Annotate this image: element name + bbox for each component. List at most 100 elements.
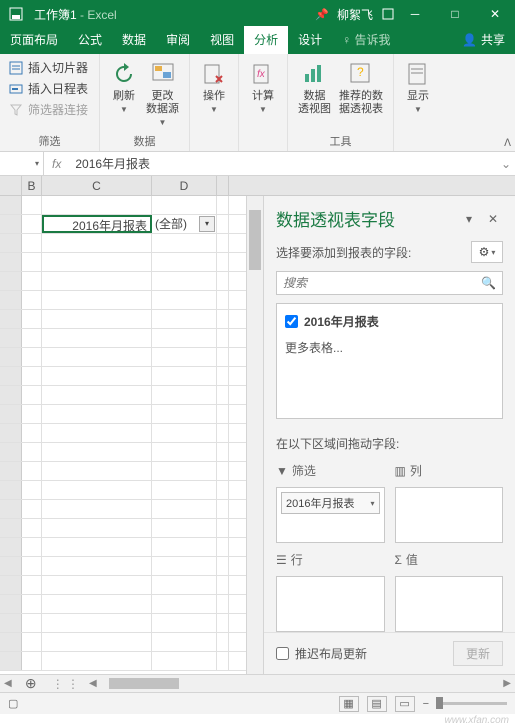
fx-icon[interactable]: fx <box>44 157 69 171</box>
tab-analyze[interactable]: 分析 <box>244 26 288 54</box>
pivot-field-cell[interactable]: 2016年月报表 <box>42 215 152 233</box>
sigma-icon: Σ <box>395 553 402 567</box>
sheet-overflow[interactable]: ⋮ ⋮ <box>46 677 85 691</box>
ribbon: 插入切片器 插入日程表 筛选器连接 筛选 刷新▼ 更改 数据源▼ 数据 操作▼ … <box>0 54 515 152</box>
rows-area[interactable] <box>276 576 385 632</box>
tab-formulas[interactable]: 公式 <box>68 26 112 54</box>
status-bar: ▢ ▦ ▤ ▭ − www.xfan.com <box>0 692 515 714</box>
column-header-c[interactable]: C <box>42 176 152 195</box>
pivot-filter-dropdown[interactable]: ▾ <box>199 216 215 232</box>
share-button[interactable]: 👤共享 <box>452 26 515 54</box>
columns-icon: ▥ <box>395 464 406 478</box>
zoom-slider[interactable] <box>437 702 507 705</box>
tab-page-layout[interactable]: 页面布局 <box>0 26 68 54</box>
svg-text:fx: fx <box>257 69 266 80</box>
account-pin-icon[interactable]: 📌 <box>315 8 329 21</box>
rows-icon: ☰ <box>276 553 287 567</box>
filter-area-header: ▼筛选 <box>276 458 385 483</box>
user-name[interactable]: 柳絮飞 <box>337 6 373 23</box>
values-area[interactable] <box>395 576 504 632</box>
zoom-out-button[interactable]: − <box>423 698 429 710</box>
show-button[interactable]: 显示▼ <box>400 58 436 117</box>
calculations-button[interactable]: fx计算▼ <box>245 58 281 117</box>
areas-label: 在以下区域间拖动字段: <box>264 427 515 458</box>
group-label-tools: 工具 <box>294 131 387 149</box>
hscroll-right[interactable]: ▶ <box>499 678 515 689</box>
ribbon-tabs: 页面布局 公式 数据 审阅 视图 分析 设计 ♀ 告诉我 👤共享 <box>0 28 515 54</box>
search-input[interactable] <box>283 276 481 290</box>
refresh-icon <box>110 60 138 88</box>
vertical-scrollbar[interactable] <box>246 196 263 674</box>
slicer-icon <box>8 60 24 76</box>
pane-options-button[interactable]: ▾ <box>459 209 479 229</box>
field-checkbox[interactable] <box>285 315 298 328</box>
filter-area-item[interactable]: 2016年月报表▾ <box>281 492 380 514</box>
app-name: Excel <box>87 8 116 22</box>
sheet-nav-prev[interactable]: ◀ <box>0 678 16 689</box>
save-icon[interactable] <box>8 6 24 22</box>
watermark: www.xfan.com <box>445 715 509 726</box>
filter-area[interactable]: 2016年月报表▾ <box>276 487 385 543</box>
column-headers: B C D <box>0 176 515 196</box>
hscroll-left[interactable]: ◀ <box>85 678 101 689</box>
tab-data[interactable]: 数据 <box>112 26 156 54</box>
name-box[interactable]: ▾ <box>0 152 44 175</box>
collapse-ribbon-button[interactable]: ᐱ <box>504 138 511 149</box>
actions-button[interactable]: 操作▼ <box>196 58 232 117</box>
tell-me[interactable]: ♀ 告诉我 <box>332 26 400 54</box>
tab-design[interactable]: 设计 <box>288 26 332 54</box>
person-icon: 👤 <box>462 33 477 47</box>
column-header-d[interactable]: D <box>152 176 217 195</box>
insert-slicer-button[interactable]: 插入切片器 <box>6 58 93 77</box>
maximize-button[interactable]: □ <box>435 0 475 28</box>
pivot-chart-button[interactable]: 数据 透视图 <box>294 58 335 131</box>
recommended-icon: ? <box>347 60 375 88</box>
normal-view-button[interactable]: ▦ <box>339 696 359 712</box>
record-macro-icon[interactable]: ▢ <box>8 697 18 710</box>
title-bar: 工作簿1 - Excel 📌 柳絮飞 ─ □ ✕ <box>0 0 515 28</box>
data-source-icon <box>149 60 177 88</box>
expand-formula-bar-button[interactable]: ⌄ <box>497 157 515 171</box>
change-data-source-button[interactable]: 更改 数据源▼ <box>142 58 183 131</box>
column-header-b[interactable]: B <box>22 176 42 195</box>
refresh-button[interactable]: 刷新▼ <box>106 58 142 131</box>
field-list: 2016年月报表 更多表格... <box>276 303 503 419</box>
minimize-button[interactable]: ─ <box>395 0 435 28</box>
pane-title: 数据透视表字段 <box>276 206 455 231</box>
formula-input[interactable]: 2016年月报表 <box>69 155 497 172</box>
field-search[interactable]: 🔍 <box>276 271 503 295</box>
group-label-filter: 筛选 <box>6 131 93 149</box>
field-item[interactable]: 2016年月报表 <box>283 310 496 333</box>
formula-bar: ▾ fx 2016年月报表 ⌄ <box>0 152 515 176</box>
ribbon-options-icon[interactable] <box>381 7 395 21</box>
gear-icon: ⚙ <box>479 245 490 259</box>
pivot-filter-value-cell[interactable]: (全部)▾ <box>152 215 217 233</box>
pivot-field-pane: 数据透视表字段 ▾ ✕ 选择要添加到报表的字段: ⚙▾ 🔍 2016年月报表 更… <box>263 196 515 674</box>
calc-icon: fx <box>249 60 277 88</box>
columns-area[interactable] <box>395 487 504 543</box>
column-header-e[interactable] <box>217 176 229 195</box>
tab-review[interactable]: 审阅 <box>156 26 200 54</box>
page-layout-view-button[interactable]: ▤ <box>367 696 387 712</box>
sheet-tab-bar: ◀ ⊕ ⋮ ⋮ ◀ ▶ <box>0 674 515 692</box>
tab-view[interactable]: 视图 <box>200 26 244 54</box>
new-sheet-button[interactable]: ⊕ <box>16 675 46 692</box>
timeline-icon <box>8 81 24 97</box>
defer-layout-checkbox[interactable]: 推迟布局更新 <box>276 645 367 662</box>
spreadsheet-grid[interactable]: 2016年月报表 (全部)▾ document.write(Array.from… <box>0 196 246 674</box>
filter-conn-icon <box>8 102 24 118</box>
values-area-header: Σ值 <box>395 547 504 572</box>
page-break-view-button[interactable]: ▭ <box>395 696 415 712</box>
pane-close-button[interactable]: ✕ <box>483 209 503 229</box>
recommended-pivots-button[interactable]: ?推荐的数 据透视表 <box>335 58 387 131</box>
filter-icon: ▼ <box>276 464 288 478</box>
horizontal-scrollbar[interactable] <box>105 675 496 692</box>
filter-connections-button: 筛选器连接 <box>6 100 93 119</box>
pane-layout-button[interactable]: ⚙▾ <box>471 241 503 263</box>
chevron-down-icon: ▾ <box>35 159 39 168</box>
close-button[interactable]: ✕ <box>475 0 515 28</box>
more-tables-link[interactable]: 更多表格... <box>283 333 496 362</box>
search-icon: 🔍 <box>481 276 496 290</box>
insert-timeline-button[interactable]: 插入日程表 <box>6 79 93 98</box>
svg-text:?: ? <box>357 65 364 79</box>
